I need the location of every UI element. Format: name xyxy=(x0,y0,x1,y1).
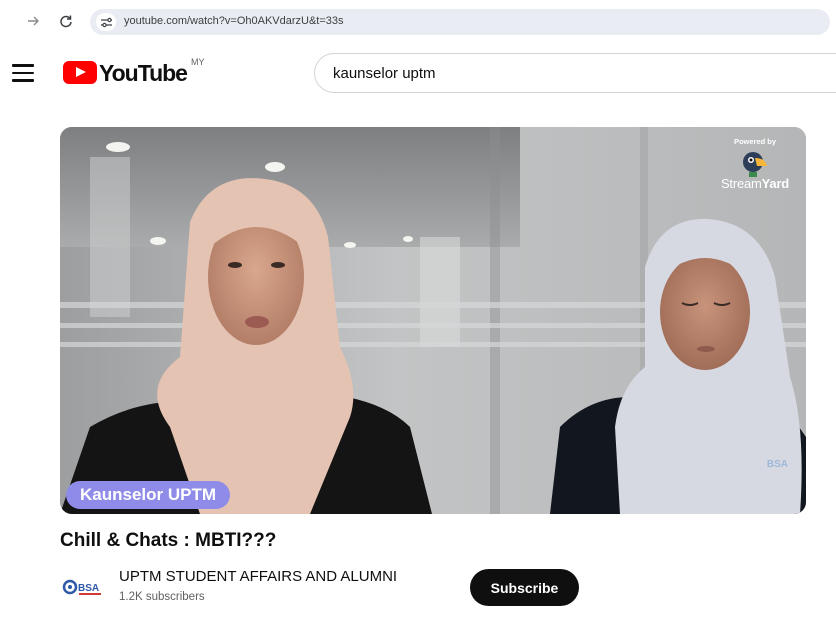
streamyard-duck-icon xyxy=(741,148,769,178)
site-settings-icon[interactable] xyxy=(96,13,116,31)
youtube-header: YouTube MY kaunselor uptm xyxy=(0,44,836,104)
search-input[interactable]: kaunselor uptm xyxy=(314,53,836,93)
brand-part-b: Yard xyxy=(761,176,790,191)
url-text: youtube.com/watch?v=Oh0AKVdarzU&t=33s xyxy=(124,15,344,27)
youtube-logo-icon xyxy=(63,61,97,84)
channel-name[interactable]: UPTM STUDENT AFFAIRS AND ALUMNI xyxy=(119,568,397,585)
video-title: Chill & Chats : MBTI??? xyxy=(60,530,277,551)
address-bar[interactable]: youtube.com/watch?v=Oh0AKVdarzU&t=33s xyxy=(90,9,830,35)
subscriber-count: 1.2K subscribers xyxy=(119,591,205,603)
streamyard-brand: StreamYard xyxy=(710,176,800,191)
channel-avatar[interactable]: BSA xyxy=(62,574,104,600)
name-tag: Kaunselor UPTM xyxy=(66,481,231,509)
browser-toolbar: youtube.com/watch?v=Oh0AKVdarzU&t=33s xyxy=(0,0,836,44)
brand-part-a: Stream xyxy=(720,176,762,191)
video-frame xyxy=(60,127,806,514)
menu-icon[interactable] xyxy=(12,64,34,82)
streamyard-badge: Powered by StreamYard xyxy=(710,137,800,191)
subscribe-button[interactable]: Subscribe xyxy=(470,569,579,606)
logo-text: YouTube xyxy=(99,60,188,86)
country-code: MY xyxy=(190,57,205,67)
search-value: kaunselor uptm xyxy=(333,65,436,82)
youtube-logo[interactable]: YouTube MY xyxy=(63,57,205,86)
bsa-watermark: BSA xyxy=(766,459,788,470)
back-arrow-icon[interactable] xyxy=(24,12,42,30)
channel-logo-text: BSA xyxy=(78,583,99,594)
powered-by-label: Powered by xyxy=(733,137,777,146)
reload-icon[interactable] xyxy=(57,12,75,30)
video-player[interactable]: Powered by StreamYard BSA Kaunselor UPTM xyxy=(60,127,806,514)
